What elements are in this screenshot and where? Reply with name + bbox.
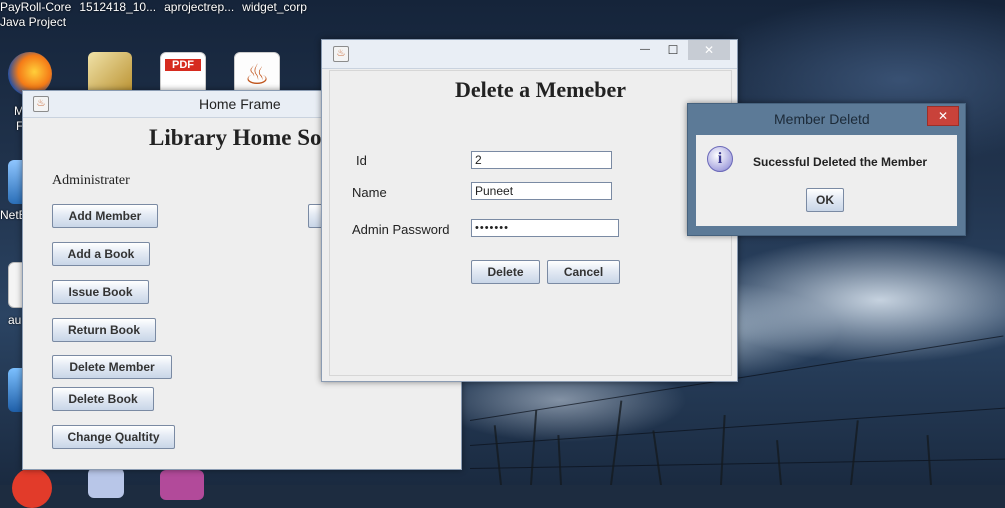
id-field[interactable] bbox=[471, 151, 612, 169]
grass-blade bbox=[493, 425, 502, 485]
desktop-title[interactable]: 1512418_10... bbox=[79, 0, 156, 14]
grass-blade bbox=[530, 410, 538, 485]
java-app-icon: ♨ bbox=[333, 46, 349, 62]
app-icon[interactable] bbox=[160, 470, 204, 500]
cancel-button[interactable]: Cancel bbox=[547, 260, 620, 284]
change-quantity-button[interactable]: Change Qualtity bbox=[52, 425, 175, 449]
issue-book-button[interactable]: Issue Book bbox=[52, 280, 149, 304]
app-icon[interactable] bbox=[88, 468, 124, 498]
java-app-icon: ♨ bbox=[33, 96, 49, 112]
delete-button[interactable]: Delete bbox=[471, 260, 540, 284]
desktop-icon-label: au bbox=[8, 313, 22, 327]
admin-password-label: Admin Password bbox=[352, 222, 450, 237]
id-label: Id bbox=[356, 153, 367, 168]
message-titlebar[interactable]: Member Deletd ✕ bbox=[688, 104, 965, 133]
grass-blade bbox=[720, 415, 726, 485]
dialog-heading: Delete a Memeber bbox=[455, 77, 627, 102]
message-body: i Sucessful Deleted the Member OK bbox=[696, 135, 957, 226]
info-icon: i bbox=[707, 146, 733, 172]
member-deleted-dialog: Member Deletd ✕ i Sucessful Deleted the … bbox=[687, 103, 966, 236]
name-label: Name bbox=[352, 185, 387, 200]
grass-blade bbox=[652, 430, 662, 485]
delete-book-button[interactable]: Delete Book bbox=[52, 387, 154, 411]
delete-member-titlebar[interactable]: ♨ — ☐ ✕ bbox=[322, 40, 737, 69]
grass-blade bbox=[557, 435, 562, 485]
delete-member-button[interactable]: Delete Member bbox=[52, 355, 172, 379]
power-line bbox=[469, 458, 1005, 469]
message-title: Member Deletd bbox=[774, 111, 870, 127]
return-book-button[interactable]: Return Book bbox=[52, 318, 156, 342]
minimize-icon[interactable]: — bbox=[632, 40, 658, 60]
desktop-title[interactable]: PayRoll-Core bbox=[0, 0, 71, 14]
ok-button[interactable]: OK bbox=[806, 188, 844, 212]
close-icon[interactable]: ✕ bbox=[927, 106, 959, 126]
grass-blade bbox=[850, 420, 859, 485]
close-icon[interactable]: ✕ bbox=[688, 40, 730, 60]
page-title: Library Home So bbox=[149, 125, 322, 150]
chrome-icon[interactable] bbox=[12, 468, 52, 508]
maximize-icon[interactable]: ☐ bbox=[662, 40, 684, 60]
delete-member-window: ♨ — ☐ ✕ Delete a Memeber Id Name Admin P… bbox=[321, 39, 738, 382]
desktop-title[interactable]: aprojectrep... bbox=[164, 0, 234, 14]
add-member-button[interactable]: Add Member bbox=[52, 204, 158, 228]
desktop-title[interactable]: widget_corp bbox=[242, 0, 307, 14]
role-label: Administrater bbox=[52, 173, 130, 188]
power-line bbox=[469, 407, 1005, 446]
name-field[interactable] bbox=[471, 182, 612, 200]
grass-blade bbox=[610, 400, 623, 485]
window-title: Home Frame bbox=[199, 96, 281, 112]
pdf-badge: PDF bbox=[165, 59, 201, 71]
message-text: Sucessful Deleted the Member bbox=[753, 155, 928, 169]
add-book-button[interactable]: Add a Book bbox=[52, 242, 150, 266]
desktop-subtitle: Java Project bbox=[0, 15, 67, 29]
admin-password-field[interactable]: ••••••• bbox=[471, 219, 619, 237]
desktop-top-labels: PayRoll-Core 1512418_10... aprojectrep... w… bbox=[0, 0, 315, 30]
